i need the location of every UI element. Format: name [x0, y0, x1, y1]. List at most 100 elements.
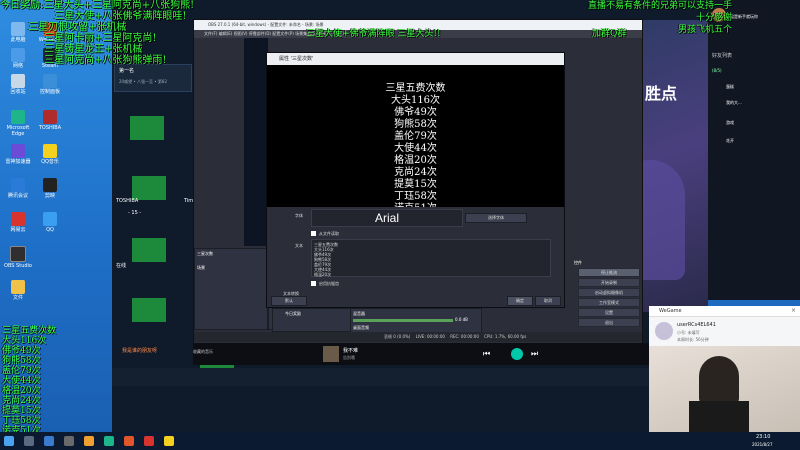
album-cover[interactable]	[323, 346, 339, 362]
desktop-icon-recycle-bin[interactable]: 回收站	[4, 74, 32, 95]
menu-file[interactable]: 文件(F)	[204, 31, 217, 36]
antialias-checkbox[interactable]	[311, 281, 316, 286]
player-name: TOSHIBA	[116, 198, 139, 204]
player-label: 收藏的音乐	[193, 349, 213, 354]
count-line: 大使44次	[2, 376, 41, 386]
desktop-icon-netease[interactable]: 网易云	[4, 212, 32, 233]
stop-streaming-button[interactable]: 停止推流	[578, 268, 640, 277]
virtual-camera-button[interactable]: 启动虚拟摄像机	[578, 288, 640, 297]
song-title: 我不难	[343, 348, 359, 354]
desktop-icon-meeting[interactable]: 腾讯会议	[4, 178, 32, 199]
desktop-icon-jianying[interactable]: 剪映	[36, 178, 64, 199]
edge-taskbar-icon[interactable]	[104, 436, 114, 446]
wegame-panel: WeGame × userRCs4EL641 小号: 未填写 本周时长: 56分…	[649, 306, 800, 432]
overlay-line: 三星阿克尚+八张狗熊弹雨!	[44, 55, 167, 66]
scene-item[interactable]: 场景	[197, 265, 205, 271]
avatar[interactable]	[655, 322, 673, 340]
desktop-icon-qq[interactable]: QQ	[36, 212, 64, 233]
game-header-subtitle: 20威望 • 八强一至 • 第82	[119, 79, 167, 84]
count-line: 提莫15次	[2, 406, 41, 416]
friend-item[interactable]: 花开	[726, 138, 734, 144]
studio-mode-button[interactable]: 工作室模式	[578, 298, 640, 307]
board-thumbnail[interactable]	[132, 298, 166, 322]
cancel-button[interactable]: 取消	[535, 296, 561, 306]
count-line: 格温20次	[2, 386, 41, 396]
streamer-silhouette	[699, 356, 739, 406]
desktop-icon-label: QQ音乐	[41, 159, 59, 165]
desktop-icon-toshiba[interactable]: TOSHIBA	[36, 110, 64, 131]
defaults-button[interactable]: 默认	[271, 296, 307, 306]
audio-level-value: 0.0 dB	[455, 317, 468, 322]
desktop-icon-control-panel[interactable]: 控制面板	[36, 74, 64, 95]
scenes-panel-title: 三星次数	[197, 251, 213, 256]
text-input[interactable]: 三星五费次数 大头116次 佛爷49次 狗熊58次 盖伦79次 大使44次 格温…	[311, 239, 551, 277]
music-taskbar-icon[interactable]	[164, 436, 174, 446]
board-thumbnail[interactable]	[132, 238, 166, 262]
count-line: 佛爷49次	[2, 346, 41, 356]
obs-statusbar: 丢帧 0 (0.0%) LIVE: 00:00:00 REC: 00:00:00…	[194, 332, 642, 342]
desktop-icon-qqmusic[interactable]: QQ音乐	[36, 144, 64, 165]
ok-button[interactable]: 确定	[507, 296, 533, 306]
overlay-support: 直播不易有条件的兄弟可以支持一手 十分感谢 男孩飞机五个	[588, 0, 732, 36]
desktop-icon-file[interactable]: 文件	[4, 280, 32, 301]
preview-line: 克尚24次	[394, 167, 437, 178]
select-font-button[interactable]: 选择字体	[465, 213, 527, 223]
text-label: 文本	[295, 243, 303, 248]
next-icon[interactable]: ⏭	[531, 349, 538, 359]
music-icon	[43, 144, 57, 158]
menu-docks[interactable]: 停靠部件(D)	[249, 31, 271, 36]
board-thumbnail[interactable]	[132, 176, 166, 200]
desktop-icon-label: 剪映	[44, 193, 55, 199]
desktop-icon-obs[interactable]: OBS Studio	[4, 246, 32, 269]
font-preview: Arial	[311, 209, 463, 227]
start-recording-button[interactable]: 开始录制	[578, 278, 640, 287]
clock-date: 2021/8/27	[752, 442, 773, 447]
task-view-icon[interactable]	[44, 436, 54, 446]
overlay-line: 三星大使+八张佛爷满阵眼哇!	[54, 11, 187, 22]
count-line: 克尚24次	[2, 396, 41, 406]
font-label: 字体	[295, 213, 303, 218]
menu-edit[interactable]: 编辑(E)	[219, 31, 233, 36]
netease-taskbar-icon[interactable]	[144, 436, 154, 446]
desktop-icon-edge[interactable]: Microsoft Edge	[4, 110, 32, 137]
menu-profile[interactable]: 配置文件(P)	[272, 31, 294, 36]
menu-view[interactable]: 视图(V)	[234, 31, 248, 36]
read-from-file-checkbox[interactable]	[311, 231, 316, 236]
start-icon[interactable]	[4, 436, 14, 446]
pause-button[interactable]	[511, 348, 523, 360]
desktop-icon-thunder[interactable]: 雷神加速器	[4, 144, 32, 165]
player-name: Tim	[184, 198, 194, 204]
footer-link[interactable]: 我是谁的朋友呀	[122, 347, 157, 354]
overlay-mid: 三星大使+佛爷满阵眼 三星大头!!	[306, 29, 441, 39]
champion-strip	[112, 368, 708, 386]
close-icon[interactable]: ×	[791, 307, 796, 314]
explorer-icon[interactable]	[84, 436, 94, 446]
overlay-line: 三星阿卡丽+三星阿克尚!	[44, 33, 157, 44]
friends-panel: 看是新手就玩你 好友列表 (8/5) 蛋糕 我的大... 游戏 花开	[708, 0, 800, 300]
overlay-line: 三星刃根攻留+张机械	[28, 22, 127, 33]
friend-item[interactable]: 游戏	[726, 120, 734, 126]
overlay-line: 三星铸星龙王+张机械	[44, 44, 143, 55]
wegame-title: WeGame	[659, 308, 682, 314]
desktop-icon-label: 文件	[12, 295, 23, 301]
prev-icon[interactable]: ⏮	[483, 349, 490, 359]
wegame-taskbar-icon[interactable]	[124, 436, 134, 446]
friend-item[interactable]: 蛋糕	[726, 84, 734, 90]
settings-button[interactable]: 设置	[578, 308, 640, 317]
cpu-fps: CPU: 1.7%, 60.00 fps	[484, 334, 527, 339]
dialog-title: 属性 '三星次数'	[267, 53, 564, 65]
friend-item[interactable]: 我的大...	[726, 100, 742, 106]
search-icon[interactable]	[24, 436, 34, 446]
overlay-rewards: 今日奖励:三星大头+三星阿克尚+八张狗熊! 三星大使+八张佛爷满阵眼哇! 三星刃…	[0, 0, 194, 66]
text-line: 格温20次	[314, 272, 332, 277]
overlay-line: 十分感谢	[696, 13, 733, 23]
audio-source-label: 桌面音频	[353, 325, 369, 330]
read-from-file-label: 从文件读取	[319, 231, 339, 236]
live-timer: LIVE: 00:00:00	[415, 334, 445, 339]
exit-button[interactable]: 退出	[578, 318, 640, 327]
board-thumbnail[interactable]	[130, 116, 164, 140]
netease-icon	[11, 212, 25, 226]
wegame-username: userRCs4EL641	[677, 322, 716, 328]
obs-taskbar-icon[interactable]	[64, 436, 74, 446]
user-label: 看是新手就玩你	[730, 14, 758, 19]
